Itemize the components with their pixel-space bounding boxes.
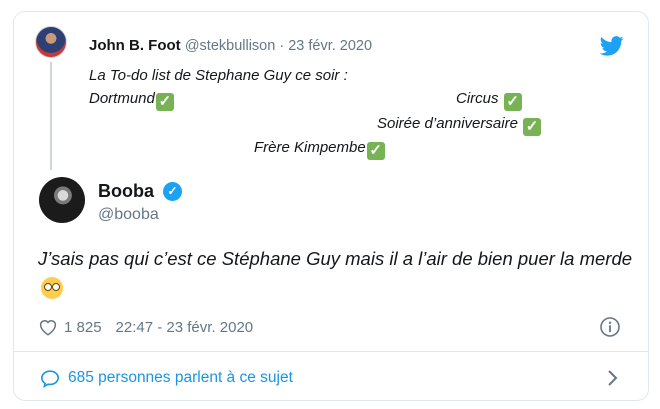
todo-item-soiree: Soirée d’anniversaire ✓ (377, 115, 542, 136)
check-mark-icon: ✓ (155, 93, 174, 111)
twitter-bird-icon[interactable] (600, 36, 624, 56)
parent-author-name[interactable]: John B. Foot (89, 37, 181, 54)
thread-connector-line (50, 62, 52, 170)
heart-icon[interactable] (38, 318, 58, 336)
todo-item-frere: Frère Kimpembe ✓ (254, 139, 385, 160)
conversation-link[interactable]: 685 personnes parlent à ce sujet (40, 365, 630, 391)
parent-avatar[interactable] (35, 26, 67, 58)
verified-badge-icon: ✓ (163, 182, 182, 201)
chevron-right-icon[interactable] (606, 369, 618, 387)
todo-item-label: Soirée d’anniversaire (377, 115, 518, 132)
tweet-timestamp[interactable]: 22:47 - 23 févr. 2020 (116, 319, 254, 336)
parent-tweet-date[interactable]: 23 févr. 2020 (288, 38, 372, 54)
check-mark-icon: ✓ (503, 93, 522, 111)
parent-tweet-intro: La To-do list de Stephane Guy ce soir : (89, 67, 348, 84)
info-icon[interactable] (599, 316, 621, 338)
conversation-label[interactable]: 685 personnes parlent à ce sujet (68, 369, 293, 387)
todo-item-label: Dortmund (89, 90, 155, 107)
main-avatar[interactable] (39, 177, 85, 223)
todo-item-label: Circus (456, 90, 499, 107)
parent-tweet-header: John B. Foot @stekbullison · 23 févr. 20… (89, 37, 372, 54)
parent-date-separator: · (275, 38, 289, 54)
tweet-text-content: J’sais pas qui c’est ce Stéphane Guy mai… (38, 248, 633, 269)
speech-bubble-icon (40, 369, 60, 388)
todo-item-label: Frère Kimpembe (254, 139, 366, 156)
parent-author-handle[interactable]: @stekbullison (185, 38, 275, 54)
flushed-face-icon (41, 277, 63, 299)
todo-item-circus: Circus ✓ (456, 90, 522, 111)
todo-item-dortmund: Dortmund ✓ (89, 90, 174, 111)
like-count[interactable]: 1 825 (64, 319, 102, 336)
check-mark-icon: ✓ (366, 142, 385, 160)
main-author-name[interactable]: Booba (98, 181, 154, 202)
tweet-meta-row: 1 825 22:47 - 23 févr. 2020 (38, 318, 253, 336)
check-mark-icon: ✓ (523, 118, 542, 136)
tweet-text: J’sais pas qui c’est ce Stéphane Guy mai… (38, 244, 638, 304)
footer-divider (13, 351, 649, 352)
main-author-handle[interactable]: @booba (98, 206, 159, 224)
